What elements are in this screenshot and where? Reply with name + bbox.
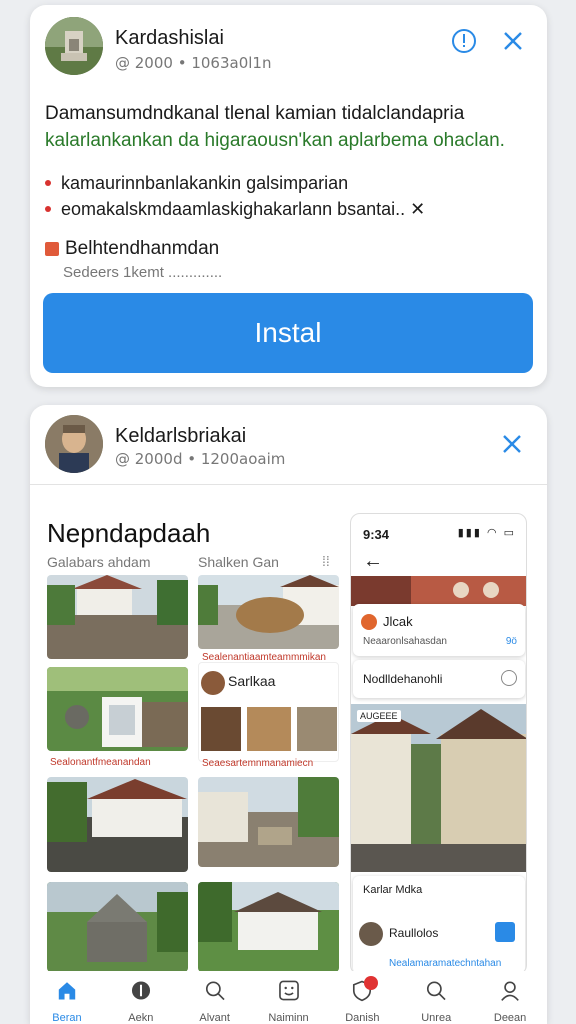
tab-smiley[interactable]: Naiminn [252,971,326,1024]
preview-card[interactable]: Karlar Mdka Raullolos Nealamaramatechnta… [353,876,525,974]
phone-preview: 9:34 ▮▮▮ ◠ ▭ ← Jlcak Neaaronlsahasdan 9ö… [350,513,527,975]
app-detail-card: Keldarlsbriakai @ 2000d • 1200aoaim Nepn… [30,405,547,1024]
tab-pin[interactable]: Aekn [104,971,178,1024]
preview-card-sub: Neaaronlsahasdan [363,636,447,647]
list-item-text: eomakalskmdaamlaskighakarlann bsantai.. … [61,199,426,219]
gallery-photo[interactable] [198,777,339,867]
feature-row: Belhtendhanmdan [45,238,219,260]
tab-label: Deean [493,1012,527,1024]
tab-label: Aekn [128,1012,154,1024]
app-meta: @ 2000d • 1200aoaim [115,450,286,468]
preview-card-title: Nodlldehanohli [363,672,443,686]
preview-card[interactable]: Jlcak Neaaronlsahasdan 9ö [353,604,525,656]
back-arrow-icon[interactable]: ← [363,550,383,573]
description-line-2: kalarlankankan da higaraousn'kan aplarbe… [45,130,505,151]
tab-label: Danish [345,1012,380,1024]
preview-photo: AUGEEE [351,704,526,872]
app-description: Damansumdndkanal tlenal kamian tidalclan… [45,100,535,154]
gallery-photo[interactable] [198,882,339,972]
preview-card-badge: 9ö [505,636,517,647]
image-badge: AUGEEE [357,710,401,722]
feature-label: Belhtendhanmdan [65,238,220,259]
preview-card-title: Karlar Mdka [363,884,423,896]
tab-shield[interactable]: Danish [325,971,399,1024]
gallery-photo[interactable] [47,777,188,872]
preview-card-item: Raullolos [389,926,439,940]
tab-search[interactable]: Alvant [178,971,252,1024]
pin-icon [131,981,150,1000]
monument-icon [45,17,103,75]
bullet-dot [45,180,51,186]
banner-image [351,576,526,606]
list-item: kamaurinnbanlakankin galsimparian [45,170,535,196]
close-icon[interactable] [497,429,527,459]
timer-icon[interactable] [501,670,517,686]
gallery-photo[interactable] [198,575,339,649]
tab-search-2[interactable]: Unrea [399,971,473,1024]
preview-card-title: Jlcak [383,614,413,629]
tab-label: Unrea [421,1012,452,1024]
photo-caption: Seaesartemnmanamiecn [202,758,314,769]
bullet-dot [45,206,51,212]
fruit-icon [361,614,377,630]
gallery-label-right: Shalken Gan [198,554,279,570]
photo-caption: Sealonantfmeanandan [50,757,151,768]
tab-label: Beran [52,1012,82,1024]
feature-list: kamaurinnbanlakankin galsimparian eomaka… [45,170,535,222]
install-button[interactable]: Instal [43,293,533,373]
tab-label: Alvant [199,1012,230,1024]
notification-badge-icon [363,976,378,990]
close-icon[interactable] [498,26,528,56]
check-icon[interactable] [495,922,515,942]
tab-profile[interactable]: Deean [473,971,547,1024]
bottom-tab-bar: Beran Aekn Alvant Naiminn Danish Unrea D… [30,971,547,1024]
preview-card-link[interactable]: Nealamaramatechntahan [389,958,501,969]
list-item-text: kamaurinnbanlakankin galsimparian [61,173,349,193]
app-avatar [45,17,103,75]
divider [30,484,547,485]
gallery-photo[interactable] [47,667,188,751]
search-icon [427,981,446,1001]
gallery-label-left: Galabars ahdam [47,554,151,570]
app-install-card: Kardashislai @ 2000 • 1063a0l1n Damansum… [30,5,547,387]
app-meta: @ 2000 • 1063a0l1n [115,54,272,72]
gallery-photo[interactable] [47,882,188,972]
grid-icon[interactable]: ⁞⁞ [322,553,330,569]
portrait-icon [45,415,103,473]
status-time: 9:34 [363,527,390,542]
info-icon[interactable] [449,26,479,56]
user-icon [501,981,519,1001]
app-name: Kardashislai [115,27,224,49]
description-line-1: Damansumdndkanal tlenal kamian tidalclan… [45,103,465,124]
status-icons: ▮▮▮ ◠ ▭ [457,527,516,539]
section-title: Nepndapdaah [47,518,211,548]
smiley-icon [278,980,299,1001]
list-item: eomakalskmdaamlaskighakarlann bsantai.. … [45,196,535,222]
preview-card[interactable]: Nodlldehanohli [353,660,525,698]
app-avatar [45,415,103,473]
search-icon [205,981,225,1001]
checkbox-icon [45,242,59,256]
app-name: Keldarlsbriakai [115,425,247,447]
tab-home[interactable]: Beran [30,971,104,1024]
mini-card-title: Sarlkaa [228,673,276,689]
tab-label: Naiminn [268,1012,309,1024]
seeds-text: Sedeers 1kemt ............. [63,264,223,281]
home-icon [58,982,76,1000]
gallery-photo[interactable] [47,575,188,659]
avatar [359,922,383,946]
